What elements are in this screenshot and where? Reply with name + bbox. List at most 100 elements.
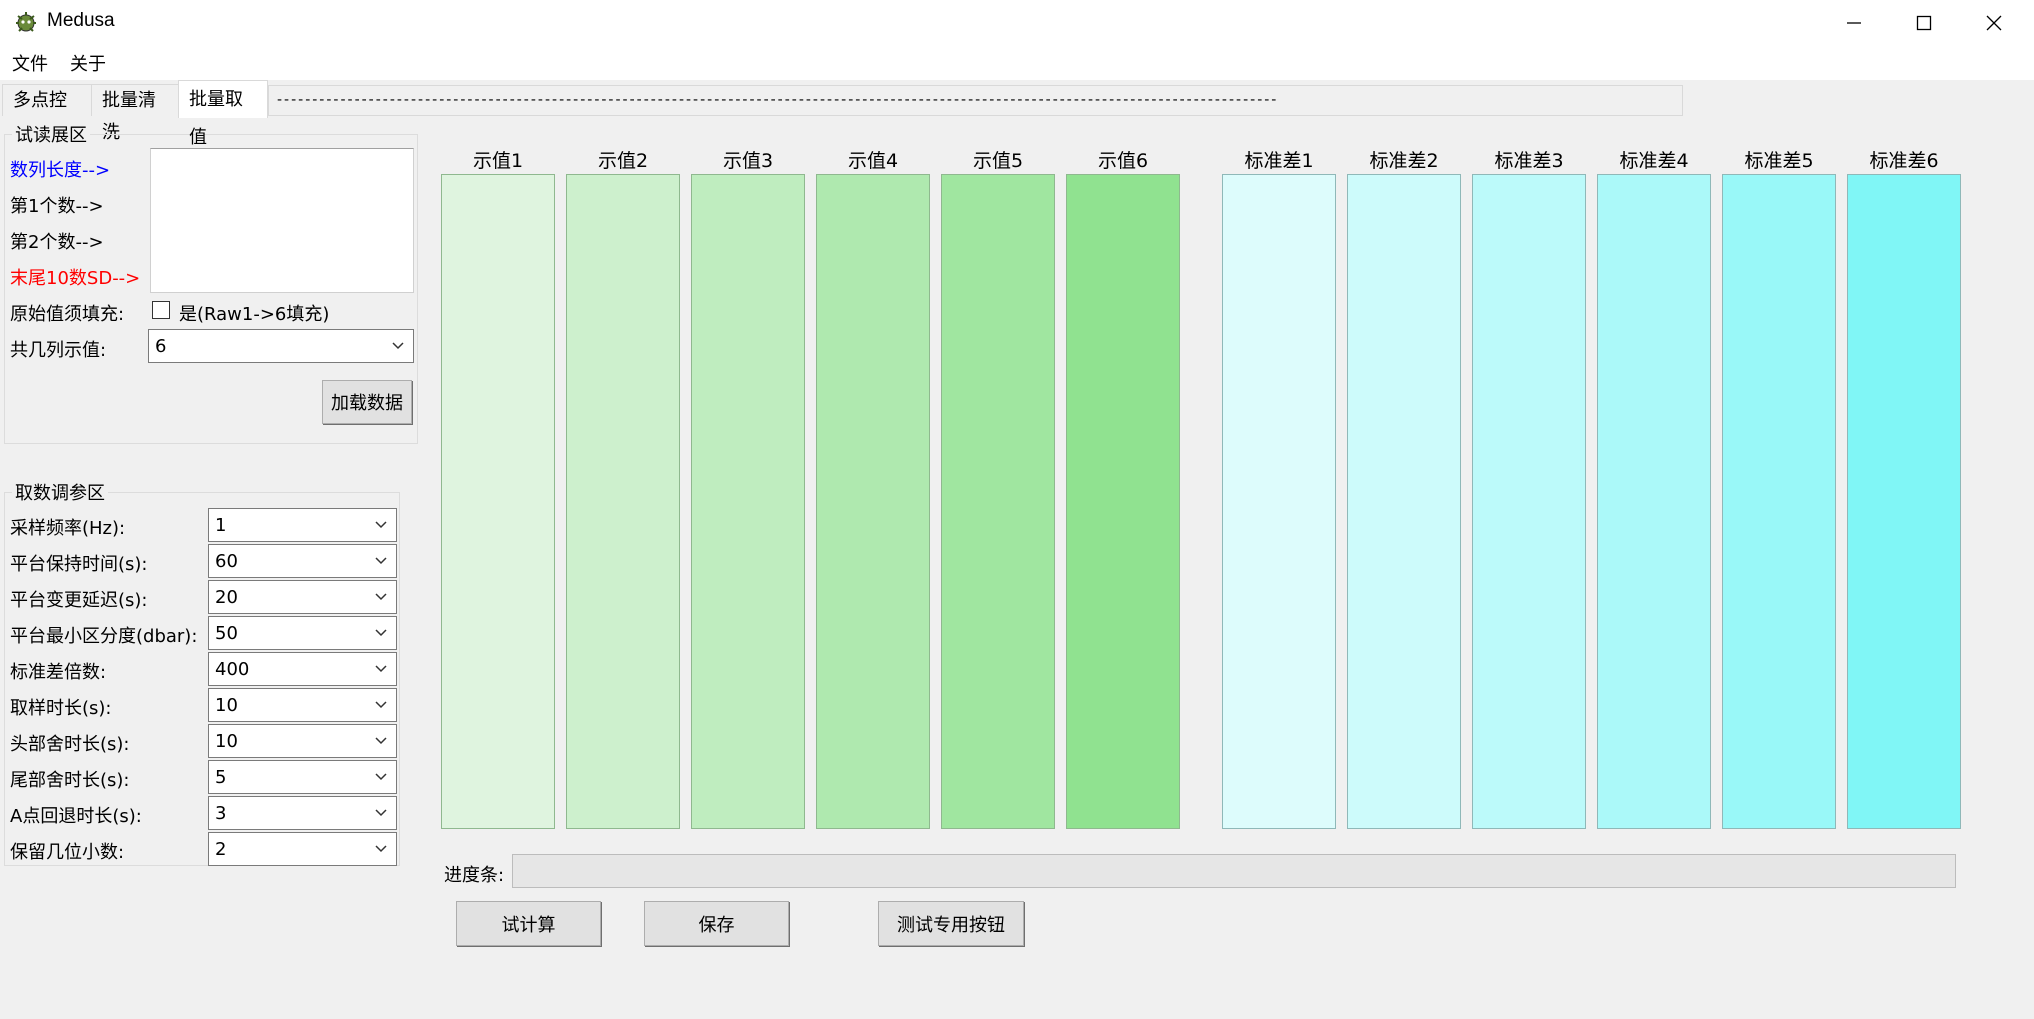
window-title: Medusa	[47, 10, 115, 31]
sd-column-header-1: 标准差1	[1244, 150, 1314, 172]
save-button[interactable]: 保存	[644, 901, 789, 946]
chevron-down-icon	[392, 342, 404, 350]
param-value: 5	[215, 767, 227, 788]
sd-column-header-6: 标准差6	[1869, 150, 1939, 172]
param-label: 平台最小区分度(dbar):	[10, 626, 198, 647]
value-column-box-6[interactable]	[1066, 174, 1180, 829]
raw-fill-checkbox[interactable]	[152, 301, 170, 319]
param-value: 10	[215, 695, 238, 716]
param-select[interactable]: 1	[208, 508, 397, 542]
param-value: 3	[215, 803, 227, 824]
param-select[interactable]: 10	[208, 688, 397, 722]
title-bar	[0, 0, 2034, 45]
chevron-down-icon	[375, 665, 387, 673]
sd-column-box-1[interactable]	[1222, 174, 1336, 829]
column-count-select[interactable]: 6	[148, 329, 414, 363]
trial-calc-button[interactable]: 试计算	[456, 901, 601, 946]
chevron-down-icon	[375, 845, 387, 853]
param-label: 平台变更延迟(s):	[10, 590, 148, 611]
menu-about[interactable]: 关于	[70, 50, 106, 76]
sd-column-box-4[interactable]	[1597, 174, 1711, 829]
sd-column-header-4: 标准差4	[1619, 150, 1689, 172]
tab-multipoint-control[interactable]: 多点控制	[2, 84, 92, 143]
param-label: A点回退时长(s):	[10, 806, 142, 827]
chevron-down-icon	[375, 629, 387, 637]
sd-column-box-5[interactable]	[1722, 174, 1836, 829]
second-number-label: 第2个数-->	[10, 232, 104, 253]
close-icon	[1986, 15, 2002, 30]
param-select[interactable]: 2	[208, 832, 397, 866]
menu-bar	[0, 45, 2034, 80]
chevron-down-icon	[375, 701, 387, 709]
chevron-down-icon	[375, 737, 387, 745]
maximize-icon	[1916, 15, 1932, 30]
param-select[interactable]: 50	[208, 616, 397, 650]
value-column-box-1[interactable]	[441, 174, 555, 829]
value-column-header-1: 示值1	[472, 150, 524, 172]
param-select[interactable]: 10	[208, 724, 397, 758]
preview-output-area[interactable]	[150, 148, 414, 293]
close-button[interactable]	[1959, 0, 2029, 45]
progress-label: 进度条:	[444, 865, 505, 886]
series-length-label: 数列长度-->	[10, 160, 111, 181]
raw-fill-label: 原始值须填充:	[10, 304, 125, 325]
param-label: 保留几位小数:	[10, 842, 125, 863]
param-value: 20	[215, 587, 238, 608]
progress-bar	[512, 854, 1956, 888]
chevron-down-icon	[375, 521, 387, 529]
sd-column-header-3: 标准差3	[1494, 150, 1564, 172]
tab-strip: ----------------------------------------…	[268, 85, 1683, 116]
load-data-button[interactable]: 加载数据	[322, 380, 412, 424]
value-column-header-5: 示值5	[972, 150, 1024, 172]
chevron-down-icon	[375, 593, 387, 601]
value-column-box-3[interactable]	[691, 174, 805, 829]
value-column-header-6: 示值6	[1097, 150, 1149, 172]
value-column-box-5[interactable]	[941, 174, 1055, 829]
maximize-button[interactable]	[1889, 0, 1959, 45]
param-label: 平台保持时间(s):	[10, 554, 148, 575]
param-label: 取样时长(s):	[10, 698, 112, 719]
tab-batch-value[interactable]: 批量取值	[178, 80, 268, 148]
tab-batch-clean[interactable]: 批量清洗	[91, 84, 179, 143]
value-column-header-2: 示值2	[597, 150, 649, 172]
chevron-down-icon	[375, 809, 387, 817]
column-count-value: 6	[155, 336, 167, 357]
param-select[interactable]: 5	[208, 760, 397, 794]
param-value: 10	[215, 731, 238, 752]
chevron-down-icon	[375, 557, 387, 565]
sd-column-box-2[interactable]	[1347, 174, 1461, 829]
minimize-icon	[1847, 21, 1861, 24]
param-label: 尾部舍时长(s):	[10, 770, 130, 791]
tail-sd-label: 末尾10数SD-->	[10, 268, 141, 289]
value-column-header-4: 示值4	[847, 150, 899, 172]
param-label: 标准差倍数:	[10, 662, 107, 683]
value-column-box-4[interactable]	[816, 174, 930, 829]
menu-file[interactable]: 文件	[12, 50, 48, 76]
param-select[interactable]: 60	[208, 544, 397, 578]
params-group-title: 取数调参区	[12, 479, 108, 505]
tab-strip-dashes: ----------------------------------------…	[277, 92, 1279, 108]
raw-fill-checkbox-label[interactable]: 是(Raw1->6填充)	[179, 300, 329, 326]
test-only-button[interactable]: 测试专用按钮	[878, 901, 1024, 946]
minimize-button[interactable]	[1819, 0, 1889, 45]
param-value: 2	[215, 839, 227, 860]
param-label: 采样频率(Hz):	[10, 518, 126, 539]
param-value: 1	[215, 515, 227, 536]
value-column-box-2[interactable]	[566, 174, 680, 829]
value-column-header-3: 示值3	[722, 150, 774, 172]
first-number-label: 第1个数-->	[10, 196, 104, 217]
sd-column-header-2: 标准差2	[1369, 150, 1439, 172]
param-value: 60	[215, 551, 238, 572]
param-select[interactable]: 20	[208, 580, 397, 614]
column-count-label: 共几列示值:	[10, 340, 107, 361]
chevron-down-icon	[375, 773, 387, 781]
param-value: 50	[215, 623, 238, 644]
param-label: 头部舍时长(s):	[10, 734, 130, 755]
param-select[interactable]: 400	[208, 652, 397, 686]
sd-column-header-5: 标准差5	[1744, 150, 1814, 172]
sd-column-box-6[interactable]	[1847, 174, 1961, 829]
preview-group-title: 试读展区	[12, 121, 90, 147]
param-value: 400	[215, 659, 250, 680]
sd-column-box-3[interactable]	[1472, 174, 1586, 829]
param-select[interactable]: 3	[208, 796, 397, 830]
